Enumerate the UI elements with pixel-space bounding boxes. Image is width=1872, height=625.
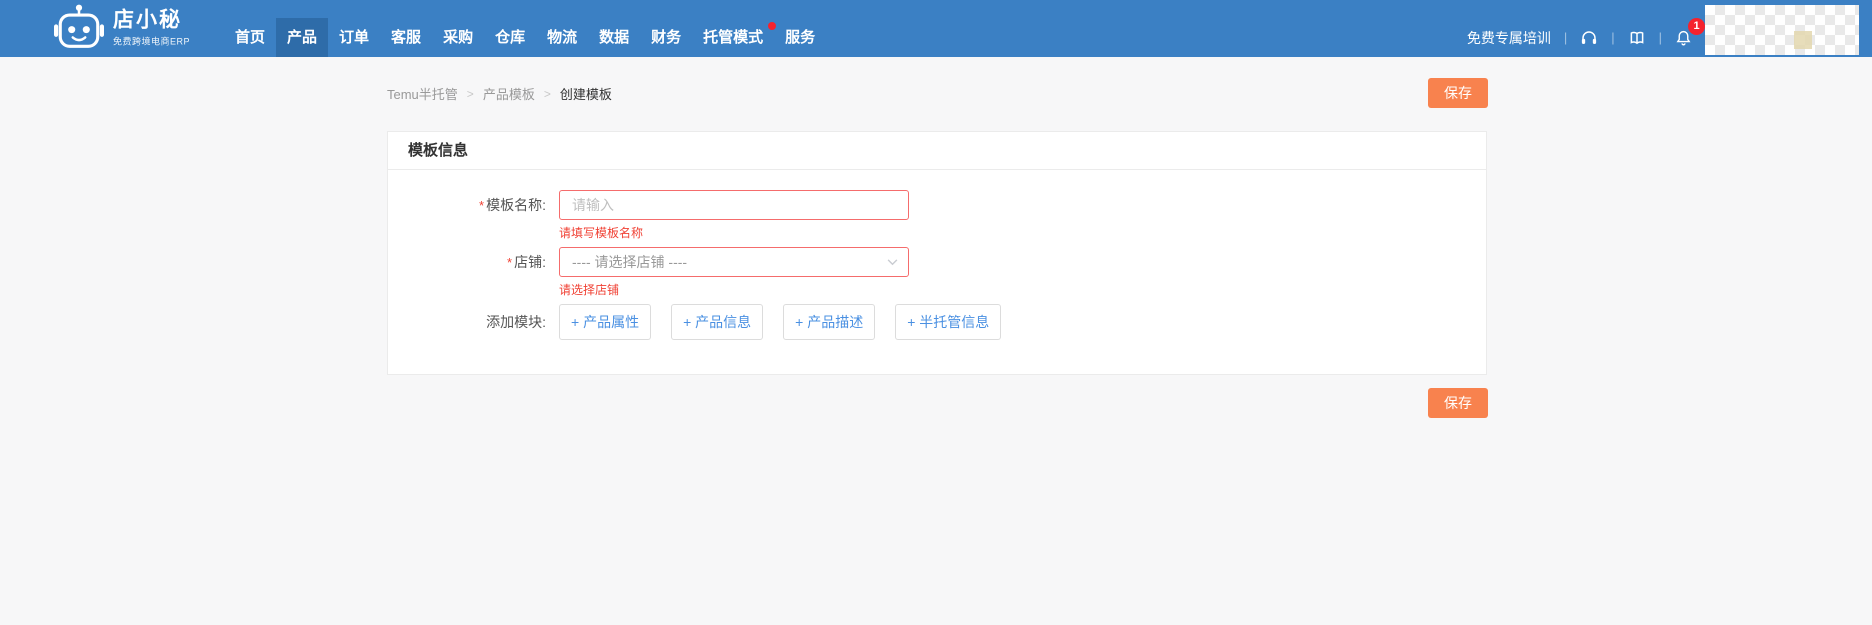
breadcrumb-temu-semi-managed[interactable]: Temu半托管 xyxy=(387,84,458,103)
template-info-card: 模板信息 *模板名称: 请填写模板名称 *店铺: ---- 请选择店铺 ---- xyxy=(387,131,1487,375)
chevron-down-icon xyxy=(887,259,898,266)
nav-item-orders[interactable]: 订单 xyxy=(328,18,380,57)
template-name-control: 请填写模板名称 xyxy=(559,190,909,240)
app-logo[interactable]: 店小秘 免费跨境电商ERP xyxy=(54,3,190,54)
nav-item-warehouse[interactable]: 仓库 xyxy=(484,18,536,57)
template-name-label-text: 模板名称: xyxy=(486,197,546,213)
add-product-description-button[interactable]: + 产品描述 xyxy=(783,304,876,340)
template-form: *模板名称: 请填写模板名称 *店铺: ---- 请选择店铺 ---- xyxy=(388,170,1486,374)
top-navbar: 店小秘 免费跨境电商ERP 首页 产品 订单 客服 采购 仓库 物流 数据 财务… xyxy=(0,0,1872,57)
breadcrumb-separator: > xyxy=(466,86,474,101)
breadcrumb-separator: > xyxy=(543,86,551,101)
nav-item-purchasing[interactable]: 采购 xyxy=(432,18,484,57)
add-product-attributes-button[interactable]: + 产品属性 xyxy=(559,304,652,340)
required-marker: * xyxy=(479,198,485,213)
nav-item-logistics[interactable]: 物流 xyxy=(536,18,588,57)
headset-icon[interactable] xyxy=(1580,29,1598,47)
book-icon[interactable] xyxy=(1628,29,1646,47)
nav-item-products[interactable]: 产品 xyxy=(276,18,329,57)
shop-select[interactable]: ---- 请选择店铺 ---- xyxy=(559,247,909,277)
shop-row: * 店铺: ---- 请选择店铺 ---- 请选择店铺 xyxy=(388,247,1486,297)
template-name-error: 请填写模板名称 xyxy=(559,226,644,240)
nav-item-managed-mode-label: 托管模式 xyxy=(703,29,764,46)
breadcrumb: Temu半托管 > 产品模板 > 创建模板 xyxy=(387,84,612,103)
nav-item-services[interactable]: 服务 xyxy=(774,18,826,57)
shop-label-text: 店铺: xyxy=(514,254,546,270)
shop-error: 请选择店铺 xyxy=(559,283,620,297)
shop-control: ---- 请选择店铺 ---- 请选择店铺 xyxy=(559,247,909,297)
nav-item-data[interactable]: 数据 xyxy=(588,18,640,57)
save-button-top[interactable]: 保存 xyxy=(1428,78,1488,108)
template-name-row: *模板名称: 请填写模板名称 xyxy=(388,190,1486,240)
robot-logo-icon xyxy=(54,3,104,54)
add-product-info-button[interactable]: + 产品信息 xyxy=(671,304,764,340)
nav-item-customer-service[interactable]: 客服 xyxy=(380,18,432,57)
template-name-input[interactable] xyxy=(559,190,909,220)
logo-text-block: 店小秘 免费跨境电商ERP xyxy=(113,8,191,48)
divider: | xyxy=(1611,30,1615,45)
nav-item-managed-mode[interactable]: 托管模式 xyxy=(692,18,777,57)
nav-item-home[interactable]: 首页 xyxy=(224,18,276,57)
card-title: 模板信息 xyxy=(388,132,1486,170)
free-training-link[interactable]: 免费专属培训 xyxy=(1467,28,1551,48)
user-account-redacted[interactable] xyxy=(1705,5,1859,55)
bell-icon[interactable]: 1 xyxy=(1675,17,1705,47)
module-buttons: + 产品属性 + 产品信息 + 产品描述 + 半托管信息 xyxy=(559,304,1021,340)
add-semi-managed-info-button[interactable]: + 半托管信息 xyxy=(895,304,1002,340)
breadcrumb-create-template: 创建模板 xyxy=(559,87,612,102)
navbar-right-tools: 免费专属培训 | | | 1 xyxy=(1467,17,1705,57)
shop-select-placeholder: ---- 请选择店铺 ---- xyxy=(572,254,688,270)
breadcrumb-product-templates[interactable]: 产品模板 xyxy=(483,84,535,103)
notification-badge: 1 xyxy=(1688,17,1705,35)
template-name-label: * 模板名称: xyxy=(388,190,546,240)
main-nav-menu: 首页 产品 订单 客服 采购 仓库 物流 数据 财务 托管模式 服务 xyxy=(224,18,826,57)
nav-item-finance[interactable]: 财务 xyxy=(640,18,692,57)
add-modules-row: 添加模块: + 产品属性 + 产品信息 + 产品描述 + 半托管信息 xyxy=(388,304,1486,340)
add-modules-label: 添加模块: xyxy=(486,314,546,330)
shop-label: * 店铺: xyxy=(388,247,546,297)
required-marker: * xyxy=(507,255,513,270)
logo-subtitle: 免费跨境电商ERP xyxy=(113,36,191,47)
save-button-bottom[interactable]: 保存 xyxy=(1428,388,1488,418)
divider: | xyxy=(1658,30,1662,45)
divider: | xyxy=(1563,30,1568,45)
logo-title: 店小秘 xyxy=(113,8,182,32)
